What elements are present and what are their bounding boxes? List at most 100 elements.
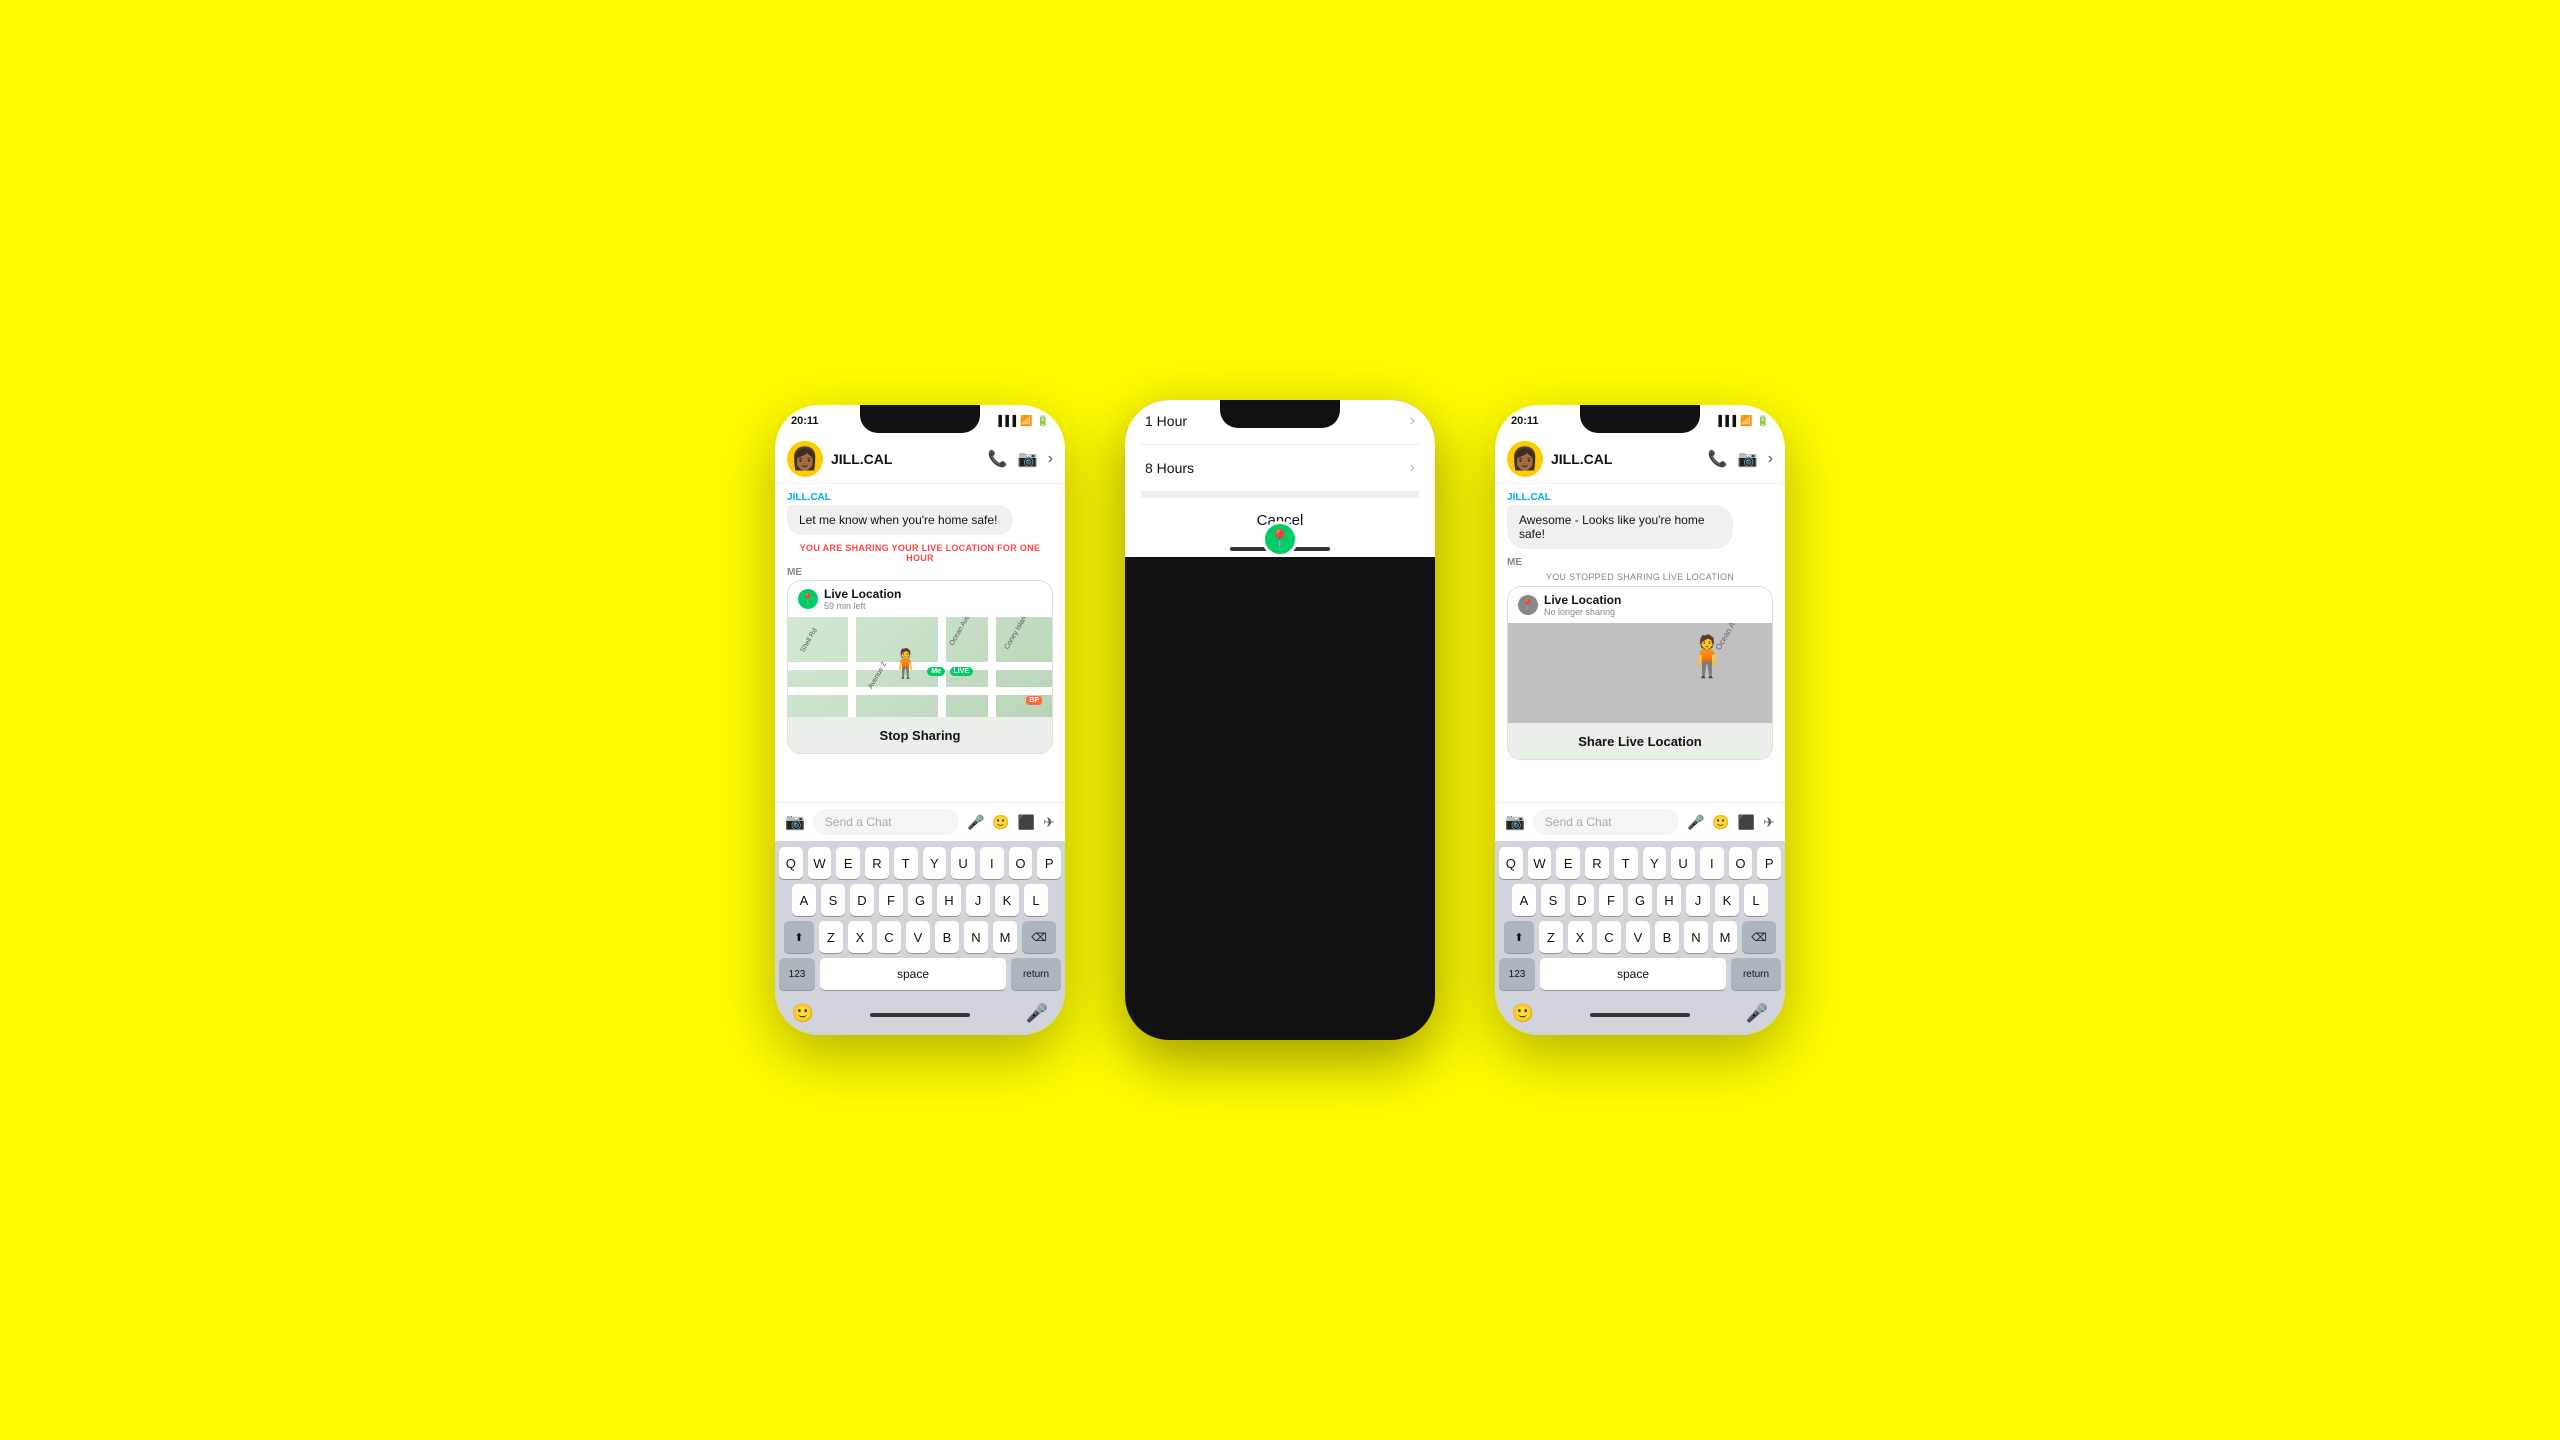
sticker-icon-right[interactable]: ⬛: [1738, 814, 1755, 831]
share-live-button-right[interactable]: Share Live Location: [1508, 723, 1772, 759]
key-k-right[interactable]: K: [1715, 884, 1739, 916]
key-i-right[interactable]: I: [1700, 847, 1724, 879]
emoji-icon-left[interactable]: 🙂: [992, 814, 1009, 831]
key-e-left[interactable]: E: [836, 847, 860, 879]
key-q-right[interactable]: Q: [1499, 847, 1523, 879]
live-location-time-left: 59 min left: [824, 601, 901, 611]
send-icon-right[interactable]: ✈: [1763, 814, 1775, 831]
wifi-icon: 📶: [1020, 416, 1032, 427]
key-d-right[interactable]: D: [1570, 884, 1594, 916]
phone-icon-right[interactable]: 📞: [1708, 449, 1728, 469]
camera-icon-right[interactable]: 📷: [1505, 812, 1525, 832]
return-key-right[interactable]: return: [1731, 958, 1781, 990]
key-u-right[interactable]: U: [1671, 847, 1695, 879]
key-s-left[interactable]: S: [821, 884, 845, 916]
contact-name-right: JILL.CAL: [1551, 451, 1700, 467]
mic-icon-right[interactable]: 🎤: [1687, 814, 1704, 831]
phone-icon-left[interactable]: 📞: [988, 449, 1008, 469]
key-r-left[interactable]: R: [865, 847, 889, 879]
key-p-left[interactable]: P: [1037, 847, 1061, 879]
key-x-left[interactable]: X: [848, 921, 872, 953]
key-u-left[interactable]: U: [951, 847, 975, 879]
key-x-right[interactable]: X: [1568, 921, 1592, 953]
key-d-left[interactable]: D: [850, 884, 874, 916]
key-g-left[interactable]: G: [908, 884, 932, 916]
key-a-left[interactable]: A: [792, 884, 816, 916]
shift-key-right[interactable]: ⬆: [1504, 921, 1534, 953]
key-row-3-right: ⬆ Z X C V B N M ⌫: [1499, 921, 1781, 953]
video-icon-left[interactable]: 📷: [1018, 449, 1038, 469]
key-k-left[interactable]: K: [995, 884, 1019, 916]
key-h-left[interactable]: H: [937, 884, 961, 916]
more-icon-left[interactable]: ›: [1048, 450, 1053, 468]
key-l-left[interactable]: L: [1024, 884, 1048, 916]
chat-input-field-left[interactable]: Send a Chat: [813, 809, 959, 835]
keyboard-bottom-left: 🙂 🎤: [779, 995, 1061, 1031]
mic-key-left[interactable]: 🎤: [1021, 997, 1053, 1029]
key-j-left[interactable]: J: [966, 884, 990, 916]
key-s-right[interactable]: S: [1541, 884, 1565, 916]
key-z-right[interactable]: Z: [1539, 921, 1563, 953]
key-b-right[interactable]: B: [1655, 921, 1679, 953]
key-p-right[interactable]: P: [1757, 847, 1781, 879]
key-c-left[interactable]: C: [877, 921, 901, 953]
emoji-key-right[interactable]: 🙂: [1507, 997, 1539, 1029]
key-y-right[interactable]: Y: [1643, 847, 1667, 879]
map-label-ocean: Ocean Ave: [949, 617, 972, 647]
key-l-right[interactable]: L: [1744, 884, 1768, 916]
live-location-card-right[interactable]: 📍 Live Location No longer sharing 🧍 Ocea…: [1507, 586, 1773, 760]
key-w-left[interactable]: W: [808, 847, 832, 879]
key-n-left[interactable]: N: [964, 921, 988, 953]
key-q-left[interactable]: Q: [779, 847, 803, 879]
space-key-right[interactable]: space: [1540, 958, 1726, 990]
key-i-left[interactable]: I: [980, 847, 1004, 879]
emoji-icon-right[interactable]: 🙂: [1712, 814, 1729, 831]
key-o-right[interactable]: O: [1729, 847, 1753, 879]
key-m-right[interactable]: M: [1713, 921, 1737, 953]
send-icon-left[interactable]: ✈: [1043, 814, 1055, 831]
return-key-left[interactable]: return: [1011, 958, 1061, 990]
shift-key-left[interactable]: ⬆: [784, 921, 814, 953]
map-label-shell: Shell Rd: [800, 627, 819, 653]
key-t-right[interactable]: T: [1614, 847, 1638, 879]
key-z-left[interactable]: Z: [819, 921, 843, 953]
key-f-left[interactable]: F: [879, 884, 903, 916]
video-icon-right[interactable]: 📷: [1738, 449, 1758, 469]
key-e-right[interactable]: E: [1556, 847, 1580, 879]
key-g-right[interactable]: G: [1628, 884, 1652, 916]
camera-icon-left[interactable]: 📷: [785, 812, 805, 832]
emoji-key-left[interactable]: 🙂: [787, 997, 819, 1029]
key-b-left[interactable]: B: [935, 921, 959, 953]
mic-icon-left[interactable]: 🎤: [967, 814, 984, 831]
key-r-right[interactable]: R: [1585, 847, 1609, 879]
num-key-right[interactable]: 123: [1499, 958, 1535, 990]
key-c-right[interactable]: C: [1597, 921, 1621, 953]
mic-key-right[interactable]: 🎤: [1741, 997, 1773, 1029]
key-o-left[interactable]: O: [1009, 847, 1033, 879]
key-v-right[interactable]: V: [1626, 921, 1650, 953]
key-n-right[interactable]: N: [1684, 921, 1708, 953]
key-w-right[interactable]: W: [1528, 847, 1552, 879]
num-key-left[interactable]: 123: [779, 958, 815, 990]
space-key-left[interactable]: space: [820, 958, 1006, 990]
bitmoji-left: 🧍 Me LIVE: [888, 647, 973, 680]
key-y-left[interactable]: Y: [923, 847, 947, 879]
sticker-icon-left[interactable]: ⬛: [1018, 814, 1035, 831]
key-a-right[interactable]: A: [1512, 884, 1536, 916]
live-location-card-left[interactable]: 📍 Live Location 59 min left: [787, 580, 1053, 754]
key-row-1-right: Q W E R T Y U I O P: [1499, 847, 1781, 879]
delete-key-right[interactable]: ⌫: [1742, 921, 1776, 953]
key-v-left[interactable]: V: [906, 921, 930, 953]
key-m-left[interactable]: M: [993, 921, 1017, 953]
delete-key-left[interactable]: ⌫: [1022, 921, 1056, 953]
key-j-right[interactable]: J: [1686, 884, 1710, 916]
duration-8-hours[interactable]: 8 Hours ›: [1141, 445, 1419, 492]
stop-sharing-button[interactable]: Stop Sharing: [788, 717, 1052, 753]
more-icon-right[interactable]: ›: [1768, 450, 1773, 468]
key-f-right[interactable]: F: [1599, 884, 1623, 916]
key-t-left[interactable]: T: [894, 847, 918, 879]
key-h-right[interactable]: H: [1657, 884, 1681, 916]
location-pin-middle: 📍: [1262, 521, 1298, 557]
middle-content: ‹ ⚙ 👩🏾‍🦱 📍 Introducing Live Location You…: [1125, 424, 1435, 557]
chat-input-field-right[interactable]: Send a Chat: [1533, 809, 1679, 835]
